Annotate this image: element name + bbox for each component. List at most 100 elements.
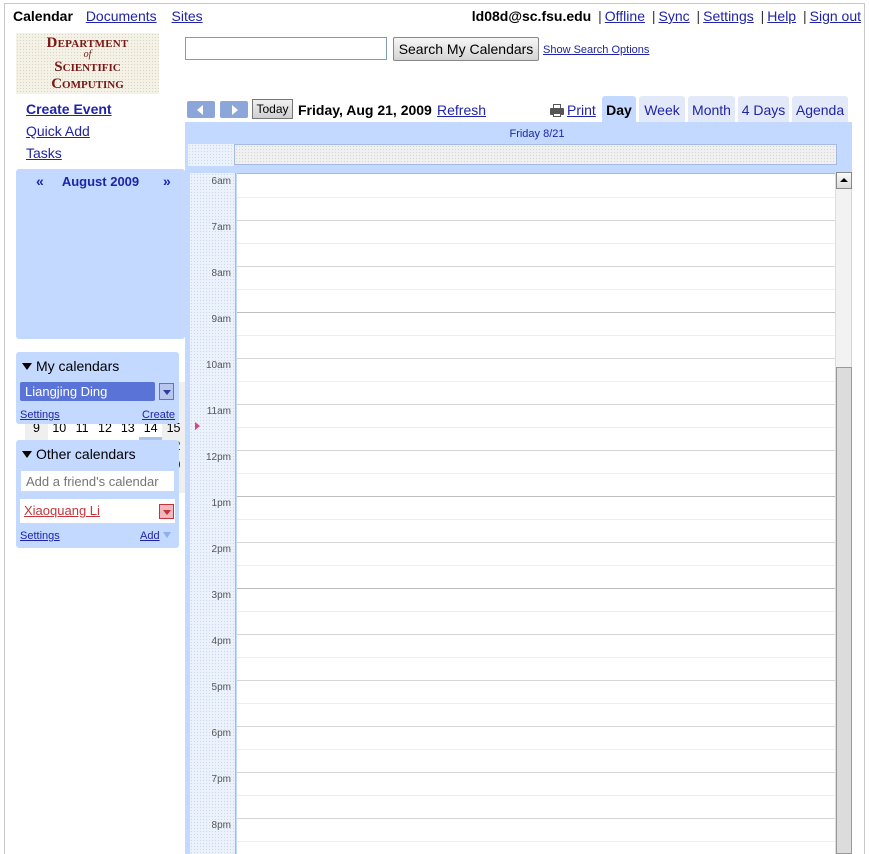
sidebar-actions: Create Event Quick Add Tasks xyxy=(26,100,112,166)
my-calendars-panel: My calendars Liangjing Ding Settings Cre… xyxy=(16,352,179,424)
calendar-item-xiaoquang-li[interactable]: Xiaoquang Li xyxy=(20,499,175,523)
sync-link[interactable]: Sync xyxy=(659,8,690,24)
hour-label: 7pm xyxy=(211,774,231,785)
next-month-button[interactable]: » xyxy=(163,173,171,189)
half-hour-line xyxy=(237,657,835,658)
scroll-thumb[interactable] xyxy=(836,367,852,854)
hour-line xyxy=(237,450,835,451)
mini-calendar-month: August 2009 xyxy=(61,174,140,189)
hour-line xyxy=(237,358,835,359)
half-hour-line xyxy=(237,611,835,612)
window-frame-right xyxy=(864,3,865,854)
printer-icon xyxy=(550,104,564,117)
add-calendar-link[interactable]: Add xyxy=(140,530,160,542)
arrow-right-icon xyxy=(232,105,238,115)
tab-week[interactable]: Week xyxy=(639,96,685,122)
separator: | xyxy=(651,8,656,24)
previous-day-button[interactable] xyxy=(187,101,215,118)
hour-line xyxy=(237,220,835,221)
print-button[interactable]: Print xyxy=(550,102,596,118)
sign-out-link[interactable]: Sign out xyxy=(810,8,861,24)
show-search-options-link[interactable]: Show Search Options xyxy=(543,44,649,56)
separator: | xyxy=(802,8,807,24)
half-hour-line xyxy=(237,749,835,750)
half-hour-line xyxy=(237,197,835,198)
current-date-title: Friday, Aug 21, 2009 xyxy=(298,102,432,118)
hour-label: 3pm xyxy=(211,590,231,601)
current-time-marker xyxy=(195,422,200,430)
hour-label: 5pm xyxy=(211,682,231,693)
other-calendars-settings-link[interactable]: Settings xyxy=(20,530,60,542)
hour-label: 8am xyxy=(211,268,231,279)
half-hour-line xyxy=(237,841,835,842)
add-friend-calendar-input[interactable] xyxy=(20,470,175,492)
search-input[interactable] xyxy=(185,37,387,60)
day-time-grid[interactable] xyxy=(237,173,835,854)
quick-add-link[interactable]: Quick Add xyxy=(26,123,90,139)
hour-label: 4pm xyxy=(211,636,231,647)
calendar-item-liangjing-ding[interactable]: Liangjing Ding xyxy=(20,382,155,401)
calendar-options-dropdown[interactable] xyxy=(159,383,174,400)
arrow-up-icon xyxy=(840,178,848,182)
hour-line xyxy=(237,680,835,681)
other-calendars-panel: Other calendars Xiaoquang Li Settings Ad… xyxy=(16,440,179,548)
hour-label: 8pm xyxy=(211,820,231,831)
collapse-arrow-icon xyxy=(22,363,32,370)
hour-line xyxy=(237,818,835,819)
app-name: Calendar xyxy=(13,8,73,24)
help-link[interactable]: Help xyxy=(767,8,796,24)
hour-label: 12pm xyxy=(205,452,231,463)
tab-month[interactable]: Month xyxy=(688,96,735,122)
collapse-arrow-icon xyxy=(22,451,32,458)
logo-line-3: Scientific xyxy=(54,59,121,75)
calendar-options-dropdown[interactable] xyxy=(159,504,174,519)
my-calendars-title: My calendars xyxy=(36,358,120,374)
day-column-header[interactable]: Friday 8/21 xyxy=(237,128,837,142)
other-calendars-title: Other calendars xyxy=(36,446,136,462)
create-event-link[interactable]: Create Event xyxy=(26,101,112,117)
window-frame-left xyxy=(4,3,5,854)
create-calendar-link[interactable]: Create xyxy=(142,409,175,421)
hour-line xyxy=(237,634,835,635)
tasks-link[interactable]: Tasks xyxy=(26,145,62,161)
today-button[interactable]: Today xyxy=(252,99,293,119)
tab-day[interactable]: Day xyxy=(602,96,636,122)
separator: | xyxy=(696,8,701,24)
print-label[interactable]: Print xyxy=(567,102,596,118)
sites-link[interactable]: Sites xyxy=(172,8,203,24)
separator: | xyxy=(598,8,602,24)
hour-line xyxy=(237,496,835,497)
half-hour-line xyxy=(237,795,835,796)
top-navigation: Calendar Documents Sites xyxy=(13,8,214,24)
all-day-events-row[interactable] xyxy=(234,144,837,165)
logo-line-4: Computing xyxy=(51,76,124,92)
day-view-scrollbar[interactable] xyxy=(835,172,852,854)
department-logo[interactable]: Department of Scientific Computing xyxy=(16,33,159,94)
hour-label: 9am xyxy=(211,314,231,325)
scroll-up-button[interactable] xyxy=(836,172,852,189)
chevron-down-icon xyxy=(163,390,171,395)
offline-link[interactable]: Offline xyxy=(605,8,645,24)
settings-link[interactable]: Settings xyxy=(703,8,754,24)
hour-line xyxy=(237,726,835,727)
chevron-down-icon xyxy=(163,510,171,515)
my-calendars-settings-link[interactable]: Settings xyxy=(20,409,60,421)
other-calendars-toggle[interactable]: Other calendars xyxy=(22,446,136,462)
refresh-link[interactable]: Refresh xyxy=(437,102,486,118)
hour-line xyxy=(237,772,835,773)
half-hour-line xyxy=(237,427,835,428)
add-calendar-menu[interactable]: Add xyxy=(140,530,171,542)
tab-4-days[interactable]: 4 Days xyxy=(738,96,789,122)
tab-agenda[interactable]: Agenda xyxy=(792,96,848,122)
my-calendars-toggle[interactable]: My calendars xyxy=(22,358,119,374)
next-day-button[interactable] xyxy=(220,101,248,118)
search-my-calendars-button[interactable]: Search My Calendars xyxy=(393,37,539,61)
hour-label: 1pm xyxy=(211,498,231,509)
hour-label: 10am xyxy=(205,360,231,371)
hour-label: 6pm xyxy=(211,728,231,739)
chevron-down-icon xyxy=(162,532,171,538)
hour-label: 11am xyxy=(206,406,231,417)
documents-link[interactable]: Documents xyxy=(86,8,157,24)
window-frame-top xyxy=(4,3,865,4)
other-calendar-name[interactable]: Xiaoquang Li xyxy=(24,503,100,518)
